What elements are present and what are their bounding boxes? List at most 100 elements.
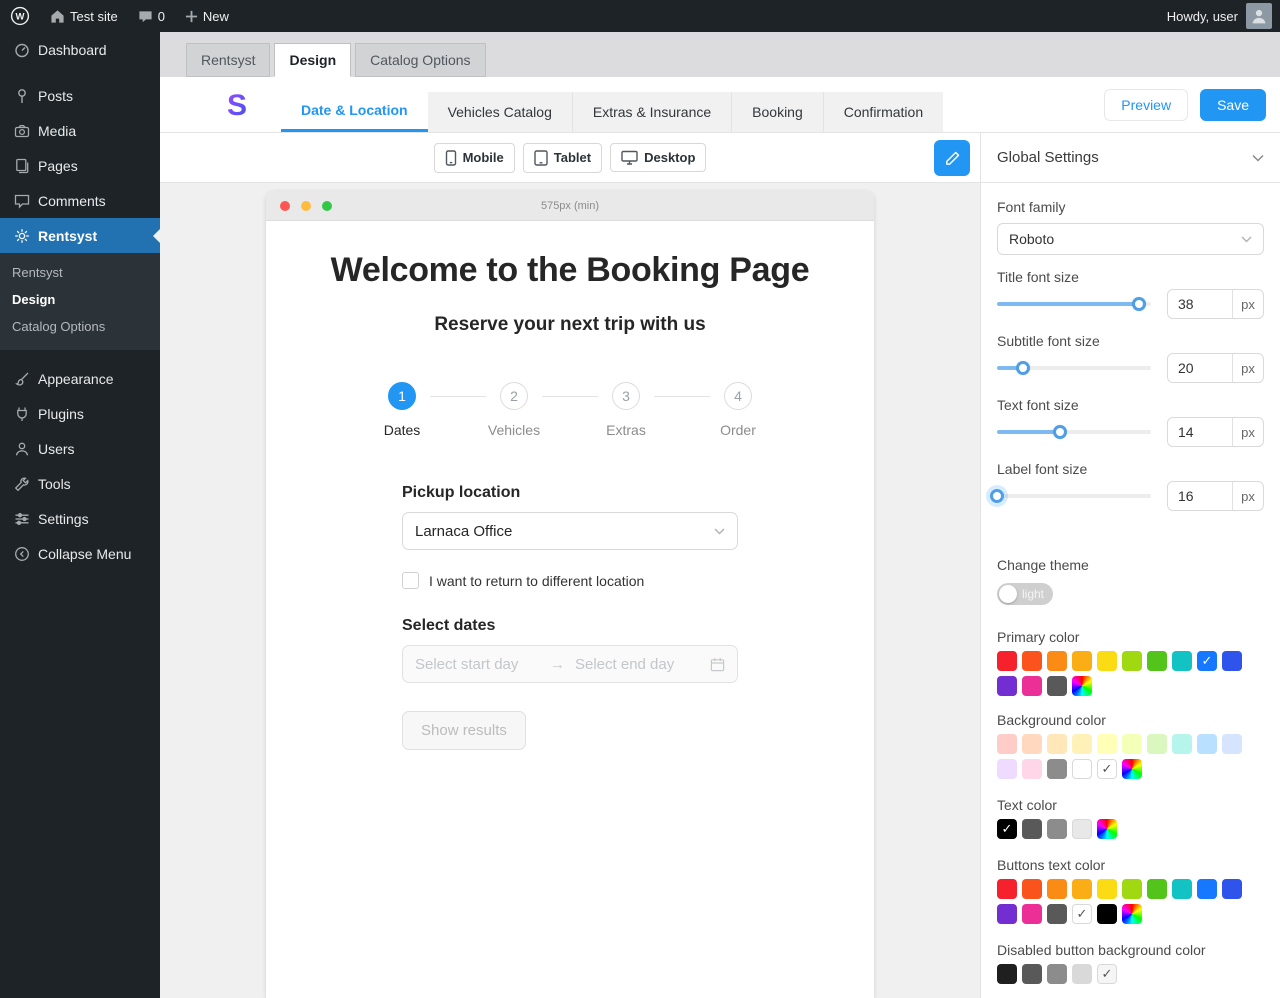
color-swatch[interactable] — [1072, 734, 1092, 754]
color-swatch[interactable] — [1097, 904, 1117, 924]
color-swatch[interactable] — [1147, 734, 1167, 754]
color-swatch[interactable] — [1047, 734, 1067, 754]
tab-date-location[interactable]: Date & Location — [281, 92, 428, 132]
howdy-text[interactable]: Howdy, user — [1167, 9, 1238, 24]
font-family-select[interactable]: Roboto — [997, 223, 1264, 255]
color-swatch[interactable] — [1072, 759, 1092, 779]
label-font-size-slider[interactable] — [997, 482, 1151, 510]
label-font-size-input[interactable] — [1168, 482, 1232, 510]
tab-vehicles-catalog[interactable]: Vehicles Catalog — [428, 92, 572, 132]
submenu-item-catalog-options[interactable]: Catalog Options — [0, 313, 160, 340]
color-swatch[interactable] — [1222, 879, 1242, 899]
sidebar-item-plugins[interactable]: Plugins — [0, 396, 160, 431]
color-swatch[interactable] — [1222, 734, 1242, 754]
color-swatch[interactable] — [1022, 676, 1042, 696]
color-swatch[interactable] — [1147, 651, 1167, 671]
tablet-device-button[interactable]: Tablet — [523, 143, 602, 173]
color-picker-swatch[interactable] — [1122, 904, 1142, 924]
sidebar-item-rentsyst[interactable]: Rentsyst — [0, 218, 160, 253]
subtitle-font-size-slider[interactable] — [997, 354, 1151, 382]
return-checkbox[interactable] — [402, 572, 419, 589]
color-swatch[interactable]: ✓ — [1072, 904, 1092, 924]
color-swatch[interactable] — [1172, 651, 1192, 671]
sidebar-item-pages[interactable]: Pages — [0, 148, 160, 183]
color-swatch[interactable] — [997, 904, 1017, 924]
color-swatch[interactable] — [997, 676, 1017, 696]
title-font-size-input[interactable] — [1168, 290, 1232, 318]
subtitle-font-size-input[interactable] — [1168, 354, 1232, 382]
avatar[interactable] — [1246, 3, 1272, 29]
color-swatch[interactable] — [1047, 879, 1067, 899]
wordpress-menu[interactable]: W — [0, 0, 40, 32]
date-range-picker[interactable]: Select start day → Select end day — [402, 645, 738, 683]
color-swatch[interactable] — [1072, 651, 1092, 671]
color-swatch[interactable] — [1072, 819, 1092, 839]
color-swatch[interactable] — [1047, 676, 1067, 696]
sidebar-item-dashboard[interactable]: Dashboard — [0, 32, 160, 67]
step-dates[interactable]: 1 Dates — [374, 382, 430, 438]
color-swatch[interactable] — [1072, 964, 1092, 984]
color-swatch[interactable] — [1222, 651, 1242, 671]
return-different-location-row[interactable]: I want to return to different location — [402, 572, 738, 589]
sidebar-item-users[interactable]: Users — [0, 431, 160, 466]
color-swatch[interactable]: ✓ — [997, 819, 1017, 839]
sidebar-item-settings[interactable]: Settings — [0, 501, 160, 536]
desktop-device-button[interactable]: Desktop — [610, 143, 706, 172]
slider-handle[interactable] — [1016, 361, 1030, 375]
title-font-size-slider[interactable] — [997, 290, 1151, 318]
step-order[interactable]: 4 Order — [710, 382, 766, 438]
color-picker-swatch[interactable] — [1097, 819, 1117, 839]
text-font-size-slider[interactable] — [997, 418, 1151, 446]
color-swatch[interactable] — [997, 964, 1017, 984]
sidebar-item-tools[interactable]: Tools — [0, 466, 160, 501]
submenu-item-rentsyst[interactable]: Rentsyst — [0, 259, 160, 286]
sidebar-item-media[interactable]: Media — [0, 113, 160, 148]
color-swatch[interactable] — [1022, 904, 1042, 924]
color-swatch[interactable] — [1097, 651, 1117, 671]
color-swatch[interactable] — [1022, 651, 1042, 671]
slider-handle[interactable] — [990, 489, 1004, 503]
preview-button[interactable]: Preview — [1104, 89, 1188, 121]
submenu-item-design[interactable]: Design — [0, 286, 160, 313]
step-extras[interactable]: 3 Extras — [598, 382, 654, 438]
pickup-location-select[interactable]: Larnaca Office — [402, 512, 738, 550]
color-swatch[interactable] — [997, 879, 1017, 899]
theme-toggle[interactable]: light — [997, 583, 1053, 605]
page-tab-catalog-options[interactable]: Catalog Options — [355, 43, 485, 77]
slider-handle[interactable] — [1132, 297, 1146, 311]
step-vehicles[interactable]: 2 Vehicles — [486, 382, 542, 438]
color-swatch[interactable] — [1097, 879, 1117, 899]
color-swatch[interactable] — [1022, 879, 1042, 899]
site-name-link[interactable]: Test site — [40, 0, 128, 32]
color-swatch[interactable] — [1122, 734, 1142, 754]
color-swatch[interactable] — [997, 651, 1017, 671]
sidebar-item-appearance[interactable]: Appearance — [0, 361, 160, 396]
color-swatch[interactable] — [1047, 964, 1067, 984]
color-swatch[interactable] — [997, 734, 1017, 754]
edit-button[interactable] — [934, 140, 970, 176]
sidebar-collapse-menu[interactable]: Collapse Menu — [0, 536, 160, 571]
color-swatch[interactable] — [997, 759, 1017, 779]
color-swatch[interactable] — [1122, 879, 1142, 899]
color-swatch[interactable] — [1022, 734, 1042, 754]
color-swatch[interactable]: ✓ — [1097, 759, 1117, 779]
tab-extras-insurance[interactable]: Extras & Insurance — [572, 92, 731, 132]
sidebar-item-comments[interactable]: Comments — [0, 183, 160, 218]
global-settings-header[interactable]: Global Settings — [981, 133, 1280, 183]
save-button[interactable]: Save — [1200, 89, 1266, 121]
color-swatch[interactable] — [1047, 759, 1067, 779]
color-swatch[interactable] — [1022, 819, 1042, 839]
color-swatch[interactable]: ✓ — [1197, 651, 1217, 671]
color-swatch[interactable] — [1022, 759, 1042, 779]
tab-confirmation[interactable]: Confirmation — [823, 92, 943, 132]
color-picker-swatch[interactable] — [1072, 676, 1092, 696]
page-tab-design[interactable]: Design — [274, 43, 351, 77]
color-swatch[interactable]: ✓ — [1097, 964, 1117, 984]
color-swatch[interactable] — [1097, 734, 1117, 754]
color-swatch[interactable] — [1122, 651, 1142, 671]
tab-booking[interactable]: Booking — [731, 92, 823, 132]
page-tab-rentsyst[interactable]: Rentsyst — [186, 43, 270, 77]
color-swatch[interactable] — [1172, 734, 1192, 754]
color-swatch[interactable] — [1147, 879, 1167, 899]
text-font-size-input[interactable] — [1168, 418, 1232, 446]
